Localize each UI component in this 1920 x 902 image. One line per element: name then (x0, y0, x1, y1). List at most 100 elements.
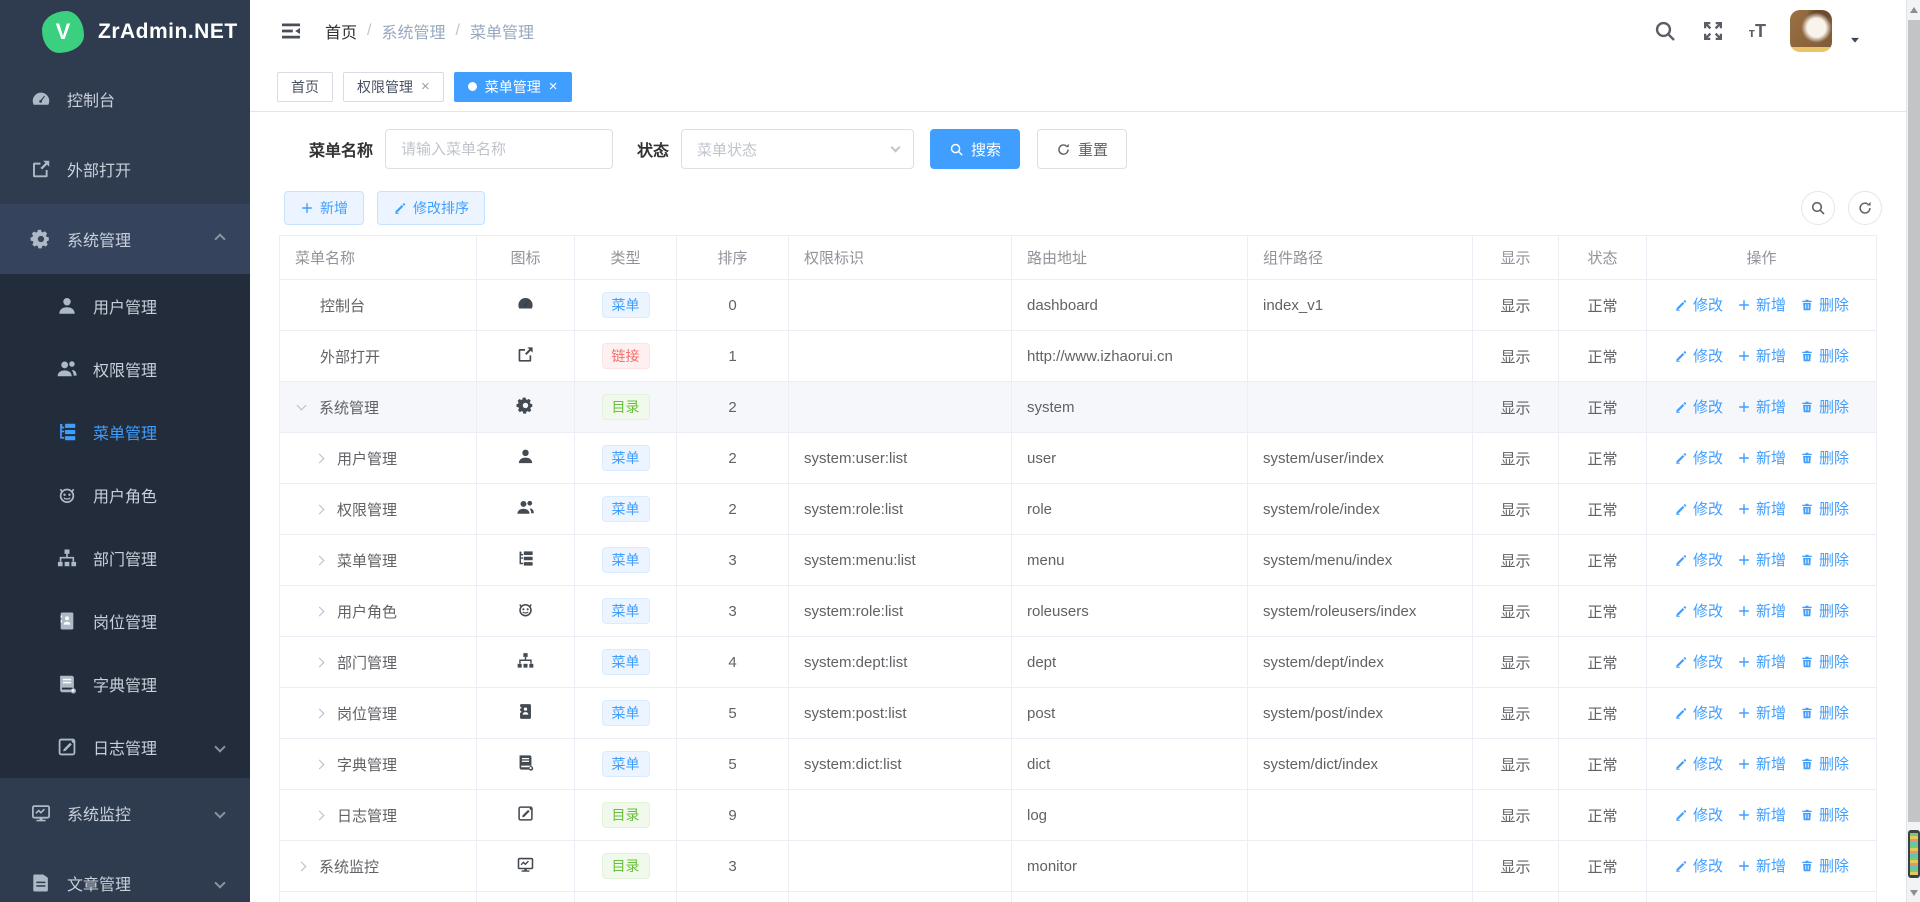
route-value: http://www.izhaorui.cn (1012, 331, 1248, 382)
tree-expand-icon[interactable] (315, 606, 325, 616)
refresh-table-button[interactable] (1848, 191, 1882, 225)
fullscreen-icon[interactable] (1701, 19, 1725, 43)
type-badge: 目录 (602, 394, 650, 420)
row-delete-button[interactable]: 删除 (1800, 447, 1849, 468)
font-size-icon[interactable]: тT (1749, 21, 1766, 42)
tab-close-icon[interactable]: × (421, 79, 430, 94)
row-edit-button[interactable]: 修改 (1674, 549, 1723, 570)
app-logo[interactable]: V ZrAdmin.NET (0, 0, 250, 64)
row-delete-button[interactable]: 删除 (1800, 345, 1849, 366)
row-add-button[interactable]: 新增 (1737, 345, 1786, 366)
row-delete-button[interactable]: 删除 (1800, 294, 1849, 315)
row-add-button[interactable]: 新增 (1737, 294, 1786, 315)
plus-icon (1737, 859, 1751, 873)
scroll-down-arrow-icon[interactable] (1910, 890, 1918, 896)
menu-name-input[interactable] (385, 129, 613, 169)
scroll-up-arrow-icon[interactable] (1910, 7, 1918, 13)
edit-icon (1674, 859, 1688, 873)
row-edit-button[interactable]: 修改 (1674, 600, 1723, 621)
row-add-button[interactable]: 新增 (1737, 702, 1786, 723)
sidebar-item[interactable]: 系统管理 (0, 204, 250, 274)
sidebar-item-label: 系统管理 (67, 227, 131, 251)
sidebar-item[interactable]: 控制台 (0, 64, 250, 134)
component-value: system/dict/index (1248, 739, 1473, 790)
status-select[interactable]: 菜单状态 (681, 129, 914, 169)
header-search-icon[interactable] (1653, 19, 1677, 43)
row-delete-button[interactable]: 删除 (1800, 855, 1849, 876)
sort-value: 0 (677, 280, 789, 331)
tree-expand-icon[interactable] (315, 810, 325, 820)
view-tab[interactable]: 权限管理× (343, 72, 444, 102)
row-add-button[interactable]: 新增 (1737, 447, 1786, 468)
tree-expand-icon[interactable] (315, 555, 325, 565)
row-edit-button[interactable]: 修改 (1674, 804, 1723, 825)
tree-expand-icon[interactable] (315, 708, 325, 718)
sidebar-item[interactable]: 用户角色 (0, 463, 250, 526)
edit-sort-button[interactable]: 修改排序 (377, 191, 485, 225)
edit-sort-button-label: 修改排序 (413, 198, 469, 218)
sidebar-item[interactable]: 文章管理 (0, 848, 250, 902)
row-delete-button[interactable]: 删除 (1800, 549, 1849, 570)
sidebar-item[interactable]: 字典管理 (0, 652, 250, 715)
row-add-button[interactable]: 新增 (1737, 498, 1786, 519)
row-edit-button[interactable]: 修改 (1674, 702, 1723, 723)
row-add-button[interactable]: 新增 (1737, 600, 1786, 621)
user-avatar[interactable] (1790, 10, 1832, 52)
tree-expand-icon[interactable] (315, 504, 325, 514)
row-delete-button[interactable]: 删除 (1800, 702, 1849, 723)
chevron-down-icon (214, 741, 225, 752)
tree-expand-icon[interactable] (315, 759, 325, 769)
sidebar-item[interactable]: 权限管理 (0, 337, 250, 400)
tab-close-icon[interactable]: × (549, 79, 558, 94)
tree-expand-icon[interactable] (315, 453, 325, 463)
row-edit-button[interactable]: 修改 (1674, 447, 1723, 468)
breadcrumb-item[interactable]: 首页 (325, 19, 357, 43)
sidebar-item[interactable]: 日志管理 (0, 715, 250, 778)
sidebar-item[interactable]: 菜单管理 (0, 400, 250, 463)
row-edit-button[interactable]: 修改 (1674, 498, 1723, 519)
sidebar-item[interactable]: 外部打开 (0, 134, 250, 204)
reset-button[interactable]: 重置 (1037, 129, 1127, 169)
breadcrumb-item[interactable]: 系统管理 (381, 19, 445, 43)
row-add-button[interactable]: 新增 (1737, 753, 1786, 774)
sidebar-item[interactable]: 岗位管理 (0, 589, 250, 652)
row-delete-button[interactable]: 删除 (1800, 498, 1849, 519)
view-tab[interactable]: 菜单管理× (454, 72, 572, 102)
tree-expand-icon[interactable] (315, 657, 325, 667)
robot-icon (516, 600, 535, 619)
tree-expand-icon[interactable] (297, 401, 307, 411)
row-delete-button[interactable]: 删除 (1800, 804, 1849, 825)
row-add-button[interactable]: 新增 (1737, 396, 1786, 417)
row-delete-button[interactable]: 删除 (1800, 651, 1849, 672)
row-delete-button[interactable]: 删除 (1800, 600, 1849, 621)
sidebar-item[interactable]: 系统监控 (0, 778, 250, 848)
sidebar-fold-icon[interactable] (279, 19, 303, 43)
search-icon (949, 142, 964, 157)
sidebar-item[interactable]: 部门管理 (0, 526, 250, 589)
row-edit-button[interactable]: 修改 (1674, 855, 1723, 876)
row-add-button[interactable]: 新增 (1737, 855, 1786, 876)
add-menu-button[interactable]: 新增 (284, 191, 364, 225)
table-row (280, 892, 1877, 902)
visible-value: 显示 (1473, 586, 1559, 637)
page-scrollbar[interactable] (1906, 0, 1920, 902)
route-value: role (1012, 484, 1248, 535)
show-search-button[interactable] (1801, 191, 1835, 225)
row-add-button[interactable]: 新增 (1737, 804, 1786, 825)
avatar-caret-down-icon[interactable] (1848, 33, 1862, 47)
row-edit-button[interactable]: 修改 (1674, 753, 1723, 774)
row-delete-button[interactable]: 删除 (1800, 396, 1849, 417)
scrollbar-thumb[interactable] (1908, 20, 1920, 822)
search-button[interactable]: 搜索 (930, 129, 1020, 169)
row-delete-button[interactable]: 删除 (1800, 753, 1849, 774)
row-edit-button[interactable]: 修改 (1674, 651, 1723, 672)
view-tab[interactable]: 首页 (277, 72, 333, 102)
row-edit-button[interactable]: 修改 (1674, 294, 1723, 315)
row-add-button[interactable]: 新增 (1737, 549, 1786, 570)
tree-expand-icon[interactable] (297, 861, 307, 871)
breadcrumb-item[interactable]: 菜单管理 (470, 19, 534, 43)
row-add-button[interactable]: 新增 (1737, 651, 1786, 672)
sidebar-item[interactable]: 用户管理 (0, 274, 250, 337)
row-edit-button[interactable]: 修改 (1674, 396, 1723, 417)
row-edit-button[interactable]: 修改 (1674, 345, 1723, 366)
